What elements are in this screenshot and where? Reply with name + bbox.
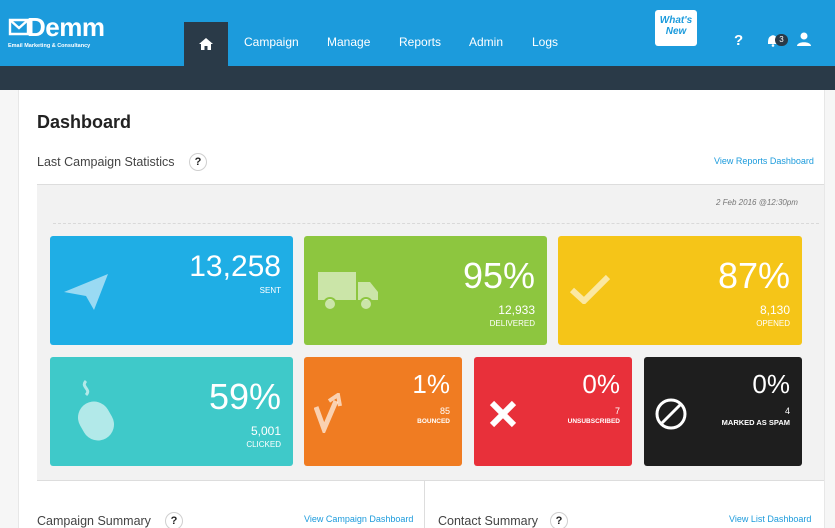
unsubscribed-count: 7 <box>614 406 620 416</box>
view-reports-dashboard-link[interactable]: View Reports Dashboard <box>714 156 814 166</box>
help-button[interactable]: ? <box>734 32 743 49</box>
stats-divider <box>53 223 819 224</box>
logo-text: Demm <box>27 12 105 42</box>
stat-card-delivered[interactable]: 95% 12,933 DELIVERED <box>304 236 547 345</box>
user-profile-icon[interactable] <box>796 31 812 47</box>
delivered-count: 12,933 <box>498 303 535 317</box>
campaign-date-stamp: 2 Feb 2016 @12:30pm <box>716 198 798 207</box>
unsubscribed-value: 0% <box>582 369 620 399</box>
last-campaign-stats-title: Last Campaign Statistics <box>37 155 175 169</box>
page-title: Dashboard <box>37 112 132 132</box>
clicked-count: 5,001 <box>250 424 281 438</box>
view-campaign-dashboard-link[interactable]: View Campaign Dashboard <box>304 514 413 524</box>
stat-card-clicked[interactable]: 59% 5,001 CLICKED <box>50 357 293 466</box>
delivery-truck-icon <box>318 272 378 311</box>
bottom-column-divider <box>424 480 425 528</box>
spam-count: 4 <box>784 406 790 416</box>
clicked-label: CLICKED <box>246 440 281 449</box>
sent-value: 13,258 <box>189 250 281 283</box>
view-list-dashboard-link[interactable]: View List Dashboard <box>729 514 811 524</box>
stat-card-opened[interactable]: 87% 8,130 OPENED <box>558 236 802 345</box>
paper-plane-icon <box>64 274 108 310</box>
last-campaign-help-button[interactable]: ? <box>189 153 207 171</box>
opened-value: 87% <box>717 255 790 296</box>
bounce-arrow-icon <box>314 393 342 433</box>
notification-count-badge: 3 <box>775 34 788 46</box>
opened-label: OPENED <box>756 319 790 328</box>
nav-reports[interactable]: Reports <box>399 35 441 49</box>
nav-admin[interactable]: Admin <box>469 35 503 49</box>
logo-tagline: Email Marketing & Consultancy <box>8 43 91 49</box>
delivered-value: 95% <box>462 255 535 296</box>
contact-summary-title: Contact Summary <box>438 514 539 528</box>
opened-count: 8,130 <box>759 303 790 317</box>
whats-new-button[interactable]: What's New <box>655 10 697 46</box>
campaign-summary-help-button[interactable]: ? <box>165 512 183 528</box>
contact-summary-help-button[interactable]: ? <box>550 512 568 528</box>
bounced-label: BOUNCED <box>417 418 450 425</box>
mouse-click-icon <box>78 379 114 441</box>
stat-card-bounced[interactable]: 1% 85 BOUNCED <box>304 357 462 466</box>
x-close-icon <box>489 400 517 428</box>
spam-value: 0% <box>752 369 790 399</box>
sent-label: SENT <box>259 286 281 295</box>
home-tab[interactable] <box>184 22 228 66</box>
nav-manage[interactable]: Manage <box>327 35 370 49</box>
delivered-label: DELIVERED <box>489 319 535 328</box>
checkmark-icon <box>570 274 610 304</box>
nav-logs[interactable]: Logs <box>532 35 558 49</box>
left-scroll-rail <box>0 90 19 528</box>
bounced-value: 1% <box>412 369 450 399</box>
whats-new-line2: New <box>665 26 687 37</box>
spam-label: MARKED AS SPAM <box>721 418 790 427</box>
top-navigation-bar: Demm Email Marketing & Consultancy Campa… <box>0 0 835 66</box>
prohibited-icon <box>655 398 687 430</box>
clicked-value: 59% <box>208 376 281 417</box>
home-icon <box>199 38 213 50</box>
nav-campaign[interactable]: Campaign <box>244 35 299 49</box>
stat-card-spam[interactable]: 0% 4 MARKED AS SPAM <box>644 357 802 466</box>
bottom-divider <box>37 480 824 481</box>
app-logo[interactable]: Demm Email Marketing & Consultancy <box>8 12 148 54</box>
stat-card-unsubscribed[interactable]: 0% 7 UNSUBSCRIBED <box>474 357 632 466</box>
bounced-count: 85 <box>439 406 450 416</box>
right-scroll-rail <box>824 90 835 528</box>
campaign-summary-title: Campaign Summary <box>37 514 151 528</box>
whats-new-line1: What's <box>659 15 693 26</box>
unsubscribed-label: UNSUBSCRIBED <box>567 418 620 425</box>
secondary-nav-bar <box>0 66 835 90</box>
stat-card-sent[interactable]: 13,258 SENT <box>50 236 293 345</box>
